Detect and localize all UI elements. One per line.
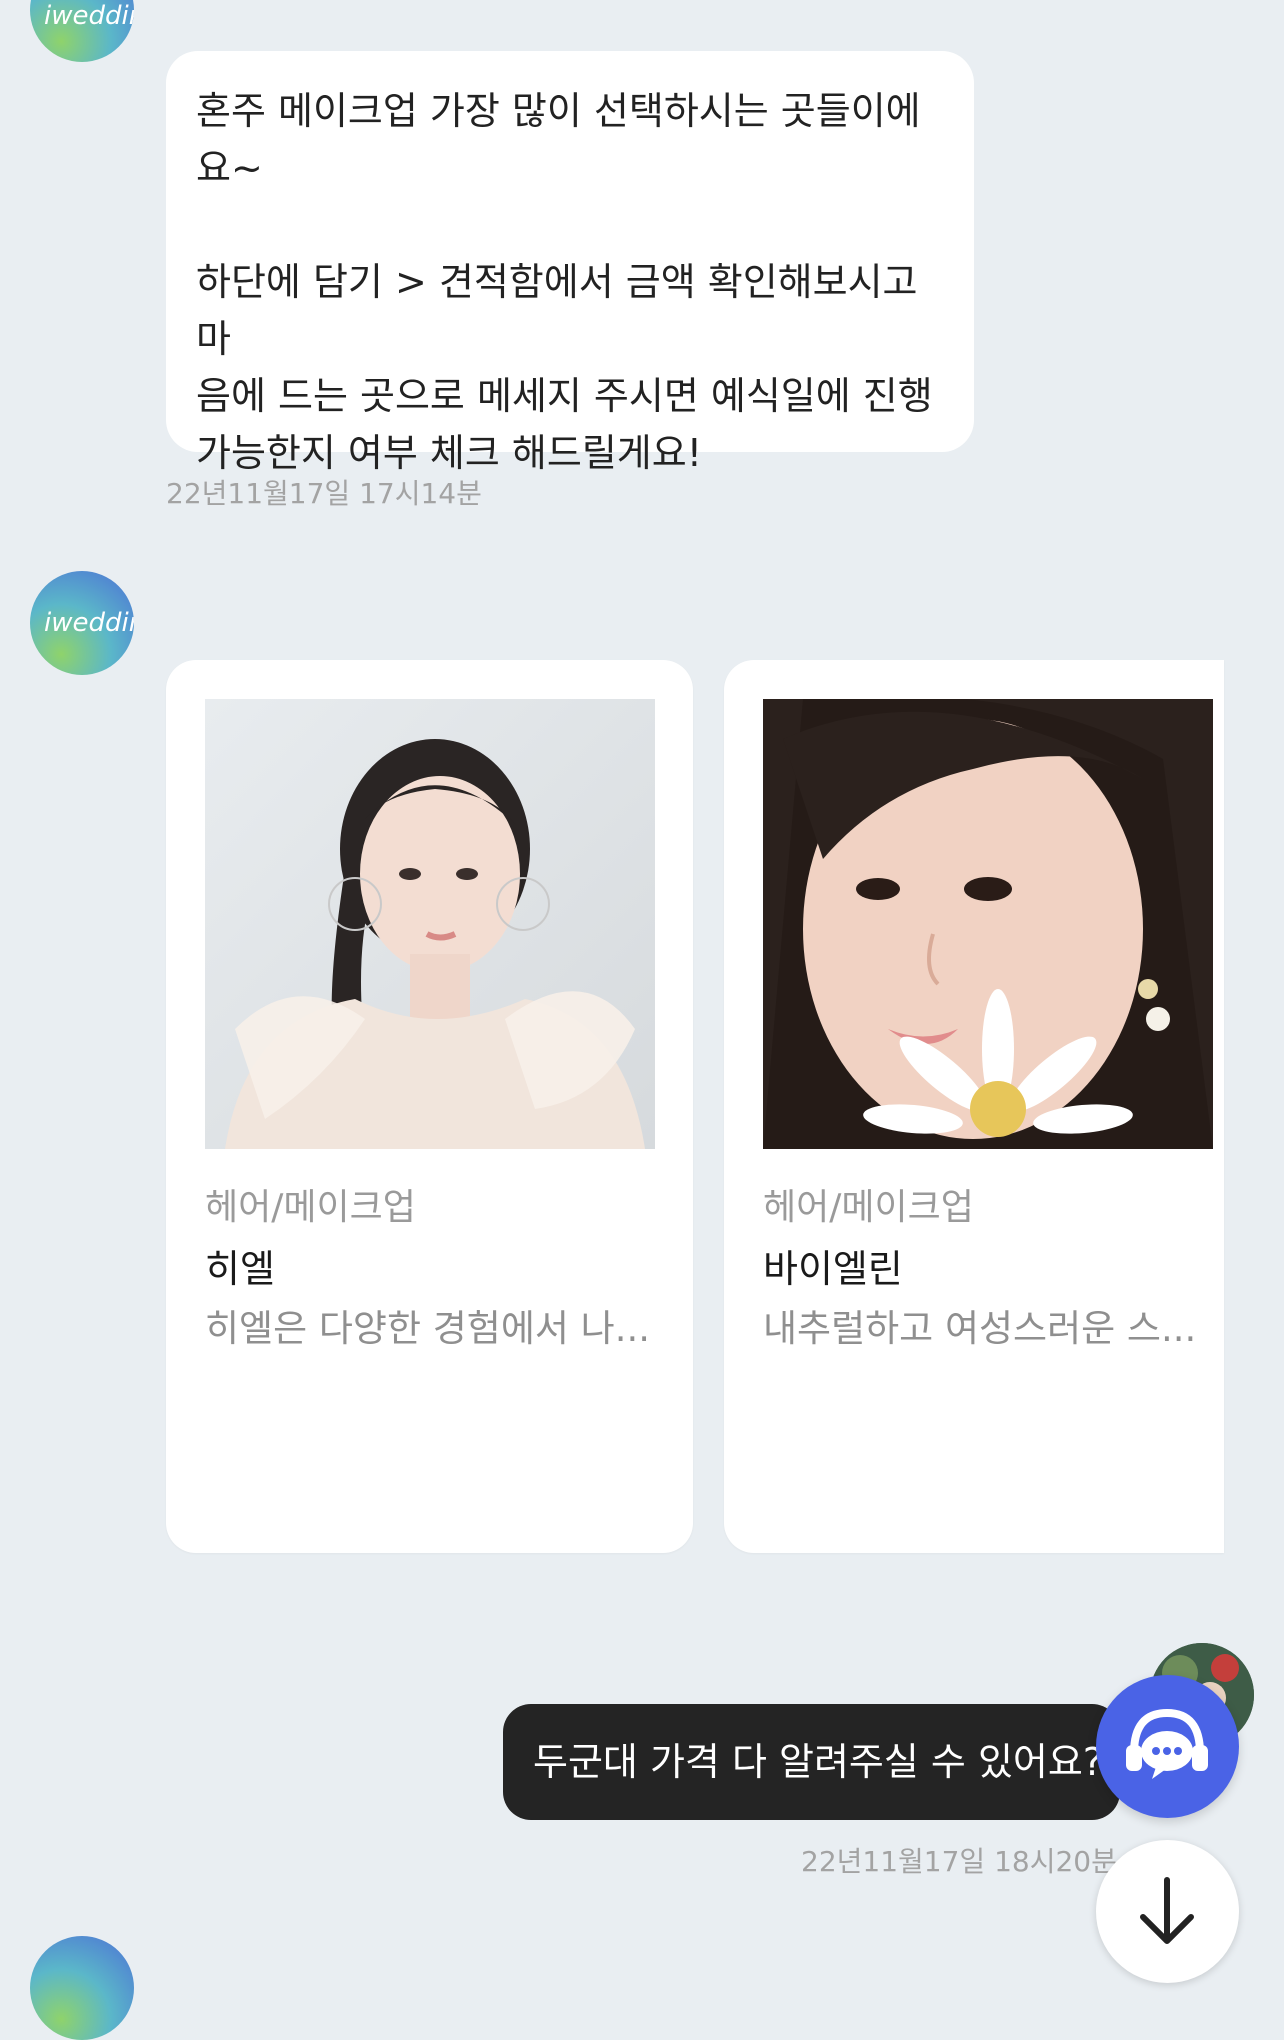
vendor-card[interactable]: 헤어/메이크업 히엘 히엘은 다양한 경험에서 나... <box>166 660 693 1553</box>
bot-avatar: iwedding <box>30 0 134 62</box>
message-timestamp: 22년11월17일 17시14분 <box>166 477 482 510</box>
vendor-card[interactable]: 헤어/메이크업 바이엘린 내추럴하고 여성스러운 스... <box>724 660 1224 1553</box>
user-message-bubble: 두군대 가격 다 알려주실 수 있어요? <box>503 1704 1120 1820</box>
iwedding-logo: iwedding <box>44 1 134 31</box>
message-timestamp: 22년11월17일 18시20분 <box>801 1845 1117 1878</box>
svg-text:iwedding: iwedding <box>44 1 134 31</box>
arrow-down-icon <box>1140 1877 1194 1944</box>
bot-message-bubble: 혼주 메이크업 가장 많이 선택하시는 곳들이에 요~ 하단에 담기 > 견적함… <box>166 51 974 475</box>
support-chat-button[interactable] <box>1096 1675 1239 1818</box>
bot-avatar: iwedding <box>30 571 134 675</box>
message-line: 요~ <box>196 146 263 190</box>
vendor-category: 헤어/메이크업 <box>205 1187 416 1228</box>
vendor-description: 히엘은 다양한 경험에서 나... <box>205 1307 651 1350</box>
scroll-to-bottom-button[interactable] <box>1096 1840 1239 1983</box>
message-line: 혼주 메이크업 가장 많이 선택하시는 곳들이에 <box>196 89 921 133</box>
vendor-name: 바이엘린 <box>763 1247 903 1291</box>
svg-text:iwedding: iwedding <box>44 608 134 638</box>
vendor-photo <box>205 699 655 1149</box>
vendor-name: 히엘 <box>205 1247 275 1291</box>
vendor-description: 내추럴하고 여성스러운 스... <box>763 1307 1197 1350</box>
message-line: 음에 드는 곳으로 메세지 주시면 예식일에 진행 <box>196 374 933 418</box>
bot-avatar <box>30 1936 134 2040</box>
vendor-category: 헤어/메이크업 <box>763 1187 974 1228</box>
iwedding-logo: iwedding <box>44 608 134 638</box>
vendor-photo <box>763 699 1213 1149</box>
message-line: 하단에 담기 > 견적함에서 금액 확인해보시고 마 <box>196 260 918 361</box>
headset-chat-icon <box>1126 1708 1208 1779</box>
